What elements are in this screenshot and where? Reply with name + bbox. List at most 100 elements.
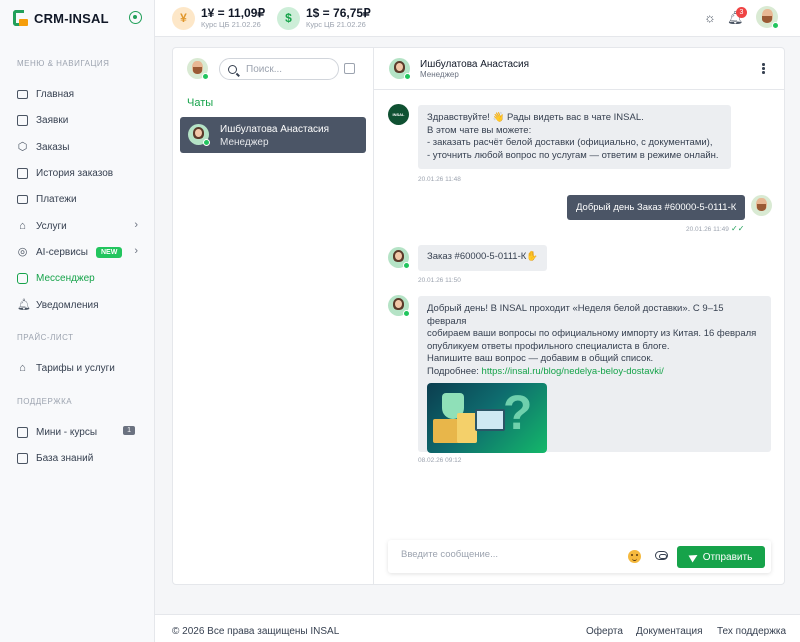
book-icon	[17, 452, 28, 464]
contact-role: Менеджер	[220, 137, 269, 148]
sidebar-item-label: Тарифы и услуги	[36, 362, 115, 374]
search-box[interactable]	[219, 58, 339, 80]
footer-link-offer[interactable]: Оферта	[586, 626, 623, 637]
more-options-icon[interactable]	[762, 63, 766, 75]
read-receipt-icon: ✓✓	[731, 224, 745, 233]
messenger-panel: Чаты Ишбулатова Анастасия Менеджер Ишбул…	[172, 47, 785, 585]
message-line: Добрый день! В INSAL проходит «Неделя бе…	[427, 303, 724, 327]
sidebar-item-label: База знаний	[36, 452, 94, 464]
sidebar-item-home[interactable]: Главная	[17, 85, 142, 103]
attachment-icon[interactable]	[655, 551, 668, 560]
box-icon: ⬡	[17, 140, 28, 153]
footer: © 2026 Все права защищены INSAL Оферта Д…	[155, 614, 800, 642]
sidebar-item-knowledge-base[interactable]: База знаний	[17, 449, 142, 467]
my-avatar	[187, 58, 209, 80]
contact-avatar	[388, 247, 410, 269]
yuan-rate-source: Курс ЦБ 21.02.26	[201, 19, 261, 29]
usd-rate-value: 1$ = 76,75₽	[306, 5, 371, 20]
select-checkbox[interactable]	[344, 63, 355, 74]
chevron-right-icon: ›	[134, 219, 138, 231]
link-prefix: Подробнее:	[427, 365, 482, 377]
brand-name: CRM-INSAL	[34, 10, 109, 26]
message-input[interactable]	[401, 549, 601, 560]
chat-icon	[17, 272, 28, 284]
search-input[interactable]	[246, 63, 326, 75]
insal-logo-avatar: INSAL	[388, 104, 409, 125]
section-title-support: ПОДДЕРЖКА	[17, 397, 73, 406]
chat-list: Чаты Ишбулатова Анастасия Менеджер	[173, 48, 374, 584]
monitor-icon	[17, 89, 28, 99]
sidebar-item-label: Уведомления	[36, 299, 99, 311]
sidebar-item-label: Платежи	[36, 193, 77, 205]
count-badge: 1	[123, 426, 135, 435]
message-line: Подробнее: https://insal.ru/blog/nedelya…	[427, 366, 762, 379]
section-title-price: ПРАЙС-ЛИСТ	[17, 333, 74, 342]
message-timestamp: 08.02.26 09:12	[418, 457, 462, 464]
send-icon	[688, 551, 700, 563]
message-line: Напишите ваш вопрос — добавим в общий сп…	[427, 353, 654, 364]
theme-toggle-icon[interactable]: ☼	[702, 10, 718, 26]
sidebar-item-label: AI-сервисы	[36, 246, 88, 258]
sidebar-item-label: Услуги	[36, 220, 67, 232]
usd-rate-source: Курс ЦБ 21.02.26	[306, 19, 366, 29]
yuan-icon: ¥	[172, 6, 195, 30]
top-header: ¥ 1¥ = 11,09₽ Курс ЦБ 21.02.26 $ 1$ = 76…	[155, 0, 800, 37]
message-bubble-outgoing: Добрый день Заказ #60000-5-0111-К	[567, 195, 746, 220]
sidebar: CRM-INSAL МЕНЮ & НАВИГАЦИЯ Главная Заявк…	[0, 0, 155, 642]
message-image[interactable]: ?	[427, 383, 547, 453]
conversation-header: Ишбулатова Анастасия Менеджер	[374, 48, 784, 90]
message-timestamp: 20.01.26 11:48	[418, 176, 461, 183]
sidebar-item-orders[interactable]: ⬡ Заказы	[17, 138, 142, 156]
sidebar-item-services[interactable]: ⌂ Услуги ›	[17, 217, 142, 235]
message-line: собираем ваши вопросы по официальному им…	[427, 328, 757, 339]
footer-link-support[interactable]: Тех поддержка	[717, 626, 786, 637]
new-badge: NEW	[96, 246, 123, 258]
message-line: Здравствуйте! 👋 Рады видеть вас в чате I…	[427, 112, 644, 123]
archive-icon	[17, 167, 28, 179]
user-avatar[interactable]	[756, 6, 779, 29]
sidebar-item-tariffs[interactable]: ⌂ Тарифы и услуги	[17, 359, 142, 377]
list-icon	[17, 114, 28, 126]
emoji-icon[interactable]	[628, 550, 641, 563]
yuan-rate: ¥ 1¥ = 11,09₽ Курс ЦБ 21.02.26	[172, 6, 265, 30]
conversation: Ишбулатова Анастасия Менеджер INSAL Здра…	[374, 48, 784, 584]
sidebar-item-mini-courses[interactable]: Мини - курсы 1	[17, 423, 142, 441]
message-timestamp: 20.01.26 11:50	[418, 277, 461, 284]
contact-avatar	[389, 58, 411, 80]
logo[interactable]: CRM-INSAL	[13, 9, 109, 27]
sidebar-item-ai-services[interactable]: ◎ AI-сервисы NEW ›	[17, 243, 142, 261]
bell-icon: 🔔︎	[17, 298, 31, 311]
sidebar-item-messenger[interactable]: Мессенджер	[17, 269, 142, 287]
usd-rate: $ 1$ = 76,75₽ Курс ЦБ 21.02.26	[277, 6, 371, 30]
chat-list-item[interactable]: Ишбулатова Анастасия Менеджер	[180, 117, 366, 153]
yuan-rate-value: 1¥ = 11,09₽	[201, 5, 266, 20]
contact-avatar	[188, 124, 210, 146]
contact-avatar	[388, 295, 410, 317]
blog-link[interactable]: https://insal.ru/blog/nedelya-beloy-dost…	[482, 366, 664, 377]
footer-link-docs[interactable]: Документация	[636, 626, 703, 637]
message-bubble-incoming: Заказ #60000-5-0111-К✋	[418, 245, 548, 271]
sidebar-item-order-history[interactable]: История заказов	[17, 164, 142, 182]
send-button-label: Отправить	[702, 551, 753, 563]
chevron-right-icon: ›	[134, 245, 138, 257]
sidebar-item-requests[interactable]: Заявки	[17, 111, 142, 129]
conversation-contact-name: Ишбулатова Анастасия	[420, 59, 530, 70]
search-icon	[228, 64, 237, 74]
message-timestamp: 20.01.26 11:49	[686, 226, 729, 233]
ai-icon: ◎	[17, 245, 28, 258]
sidebar-item-label: Мессенджер	[36, 272, 95, 284]
message-composer: Отправить	[388, 540, 771, 573]
message-line: опубликуем ответы профильного специалист…	[427, 340, 670, 352]
message-line: В этом чате вы можете:	[427, 124, 532, 136]
tag-icon: ⌂	[19, 361, 26, 374]
my-avatar	[751, 195, 772, 216]
send-button[interactable]: Отправить	[677, 546, 765, 568]
section-title-nav: МЕНЮ & НАВИГАЦИЯ	[17, 59, 110, 68]
sidebar-item-notifications[interactable]: 🔔︎ Уведомления	[17, 296, 142, 314]
logo-icon	[13, 10, 29, 26]
contact-name: Ишбулатова Анастасия	[220, 124, 330, 135]
sidebar-toggle-icon[interactable]	[129, 11, 142, 24]
wallet-icon	[17, 194, 28, 204]
sidebar-item-payments[interactable]: Платежи	[17, 190, 142, 208]
notification-count-badge: 3	[736, 7, 747, 18]
